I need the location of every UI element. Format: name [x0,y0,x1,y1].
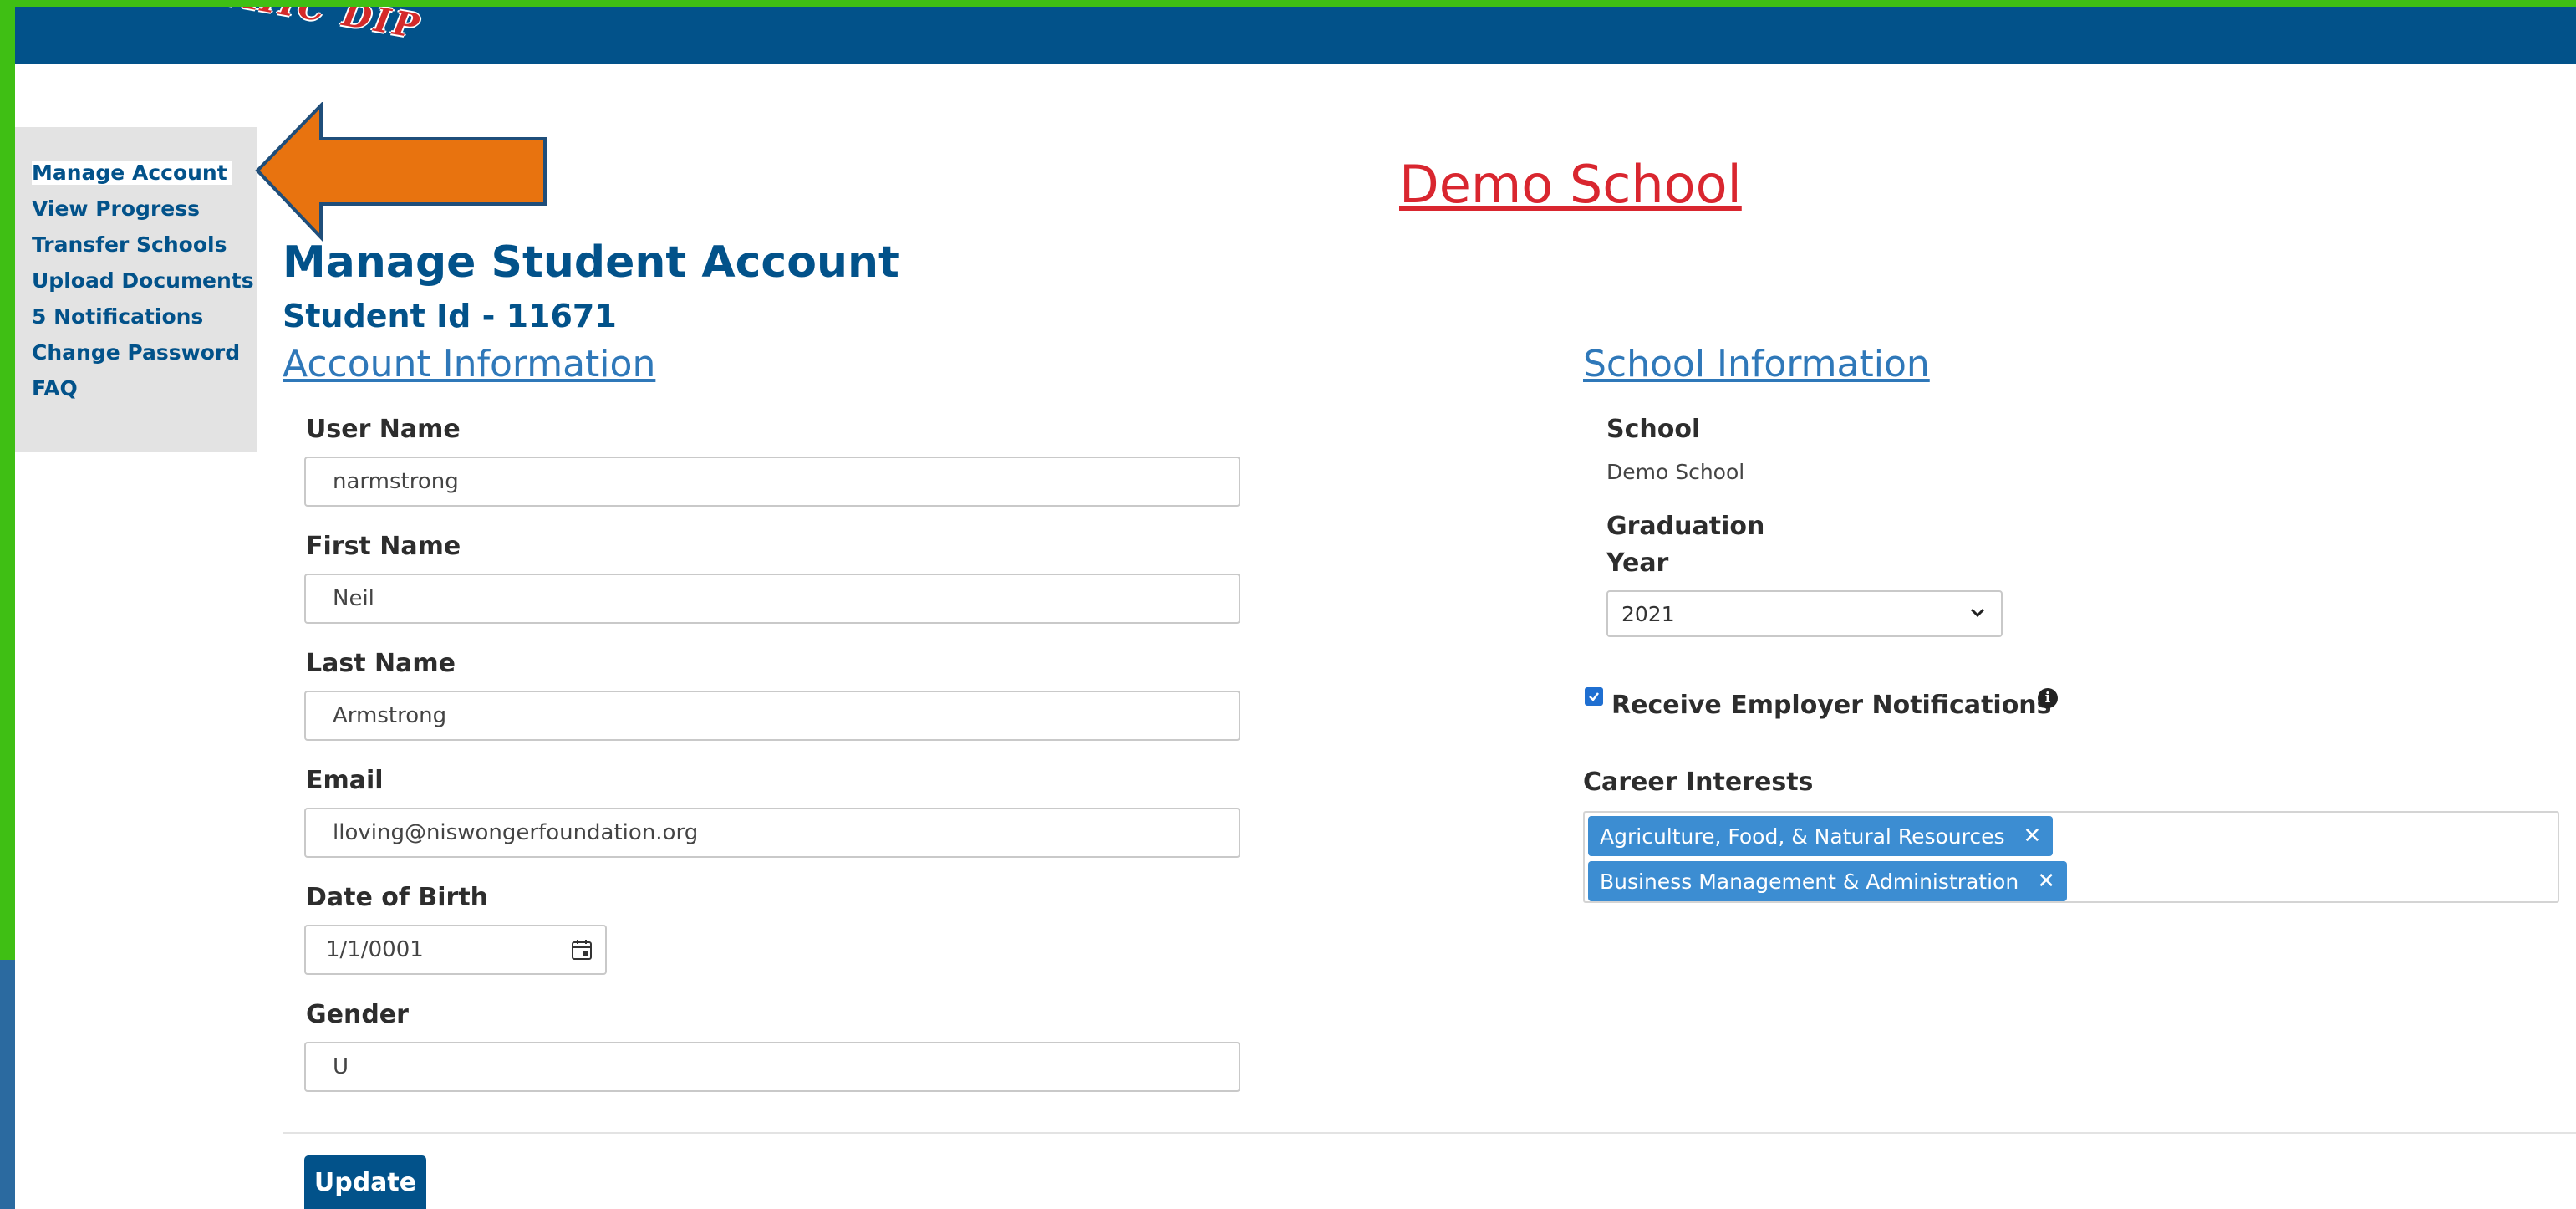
sidebar-item-change-password[interactable]: Change Password [32,340,240,365]
username-label: User Name [306,415,461,444]
employer-notifications-checkbox[interactable] [1585,687,1603,706]
check-icon [1589,692,1599,701]
graduation-year-value: 2021 [1621,601,1675,626]
calendar-button[interactable] [558,925,607,975]
sidebar-item-upload-documents[interactable]: Upload Documents [32,268,254,293]
school-title[interactable]: Demo School [1399,154,1742,215]
sidebar-item-manage-account[interactable]: Manage Account [32,161,232,185]
calendar-icon [572,940,592,960]
graduation-year-select[interactable]: 2021 [1606,590,2003,637]
student-id: Student Id - 11671 [283,298,617,334]
form-divider [283,1132,2576,1134]
close-icon[interactable]: ✕ [2024,824,2042,849]
arrow-left-icon [255,102,547,242]
sidebar-item-transfer-schools[interactable]: Transfer Schools [32,232,227,257]
frame-border-left [0,0,15,960]
career-interest-tag-label: Business Management & Administration [1600,869,2019,894]
career-interests-field[interactable]: Agriculture, Food, & Natural Resources ✕… [1583,811,2559,903]
employer-notifications-label: Receive Employer Notifications [1611,691,2052,720]
frame-border-left-blue [0,960,15,1209]
graduation-year-label: Year [1606,548,1669,578]
school-value: Demo School [1606,460,1745,484]
gender-field[interactable]: U [304,1042,1240,1092]
first-name-field[interactable]: Neil [304,574,1240,624]
career-interest-tag: Business Management & Administration ✕ [1588,861,2067,901]
career-interest-tag-label: Agriculture, Food, & Natural Resources [1600,824,2005,849]
sidebar-item-view-progress[interactable]: View Progress [32,196,200,221]
school-information-heading[interactable]: School Information [1583,343,1930,385]
career-interest-tag: Agriculture, Food, & Natural Resources ✕ [1588,816,2054,856]
logo[interactable]: K ETHIC DIP [139,7,425,47]
account-information-heading[interactable]: Account Information [283,343,655,385]
update-button[interactable]: Update [304,1155,426,1209]
frame-border-top [0,0,2576,7]
info-circle-icon[interactable]: i [2038,688,2058,708]
career-interests-label: Career Interests [1583,768,1814,797]
email-field[interactable]: lloving@niswongerfoundation.org [304,808,1240,858]
page-title: Manage Student Account [283,237,899,288]
gender-label: Gender [306,1000,409,1029]
dob-field[interactable]: 1/1/0001 [304,925,560,975]
last-name-field[interactable]: Armstrong [304,691,1240,741]
last-name-label: Last Name [306,649,456,678]
email-label: Email [306,766,384,795]
username-field[interactable]: narmstrong [304,457,1240,507]
header-bar: K ETHIC DIP [15,7,2576,64]
dob-label: Date of Birth [306,883,489,912]
sidebar-item-faq[interactable]: FAQ [32,376,78,400]
close-icon[interactable]: ✕ [2037,869,2055,894]
chevron-down-icon [1970,608,1985,618]
first-name-label: First Name [306,532,461,561]
school-label: School [1606,415,1701,444]
sidebar-item-notifications[interactable]: 5 Notifications [32,304,203,329]
graduation-label: Graduation [1606,512,1765,541]
